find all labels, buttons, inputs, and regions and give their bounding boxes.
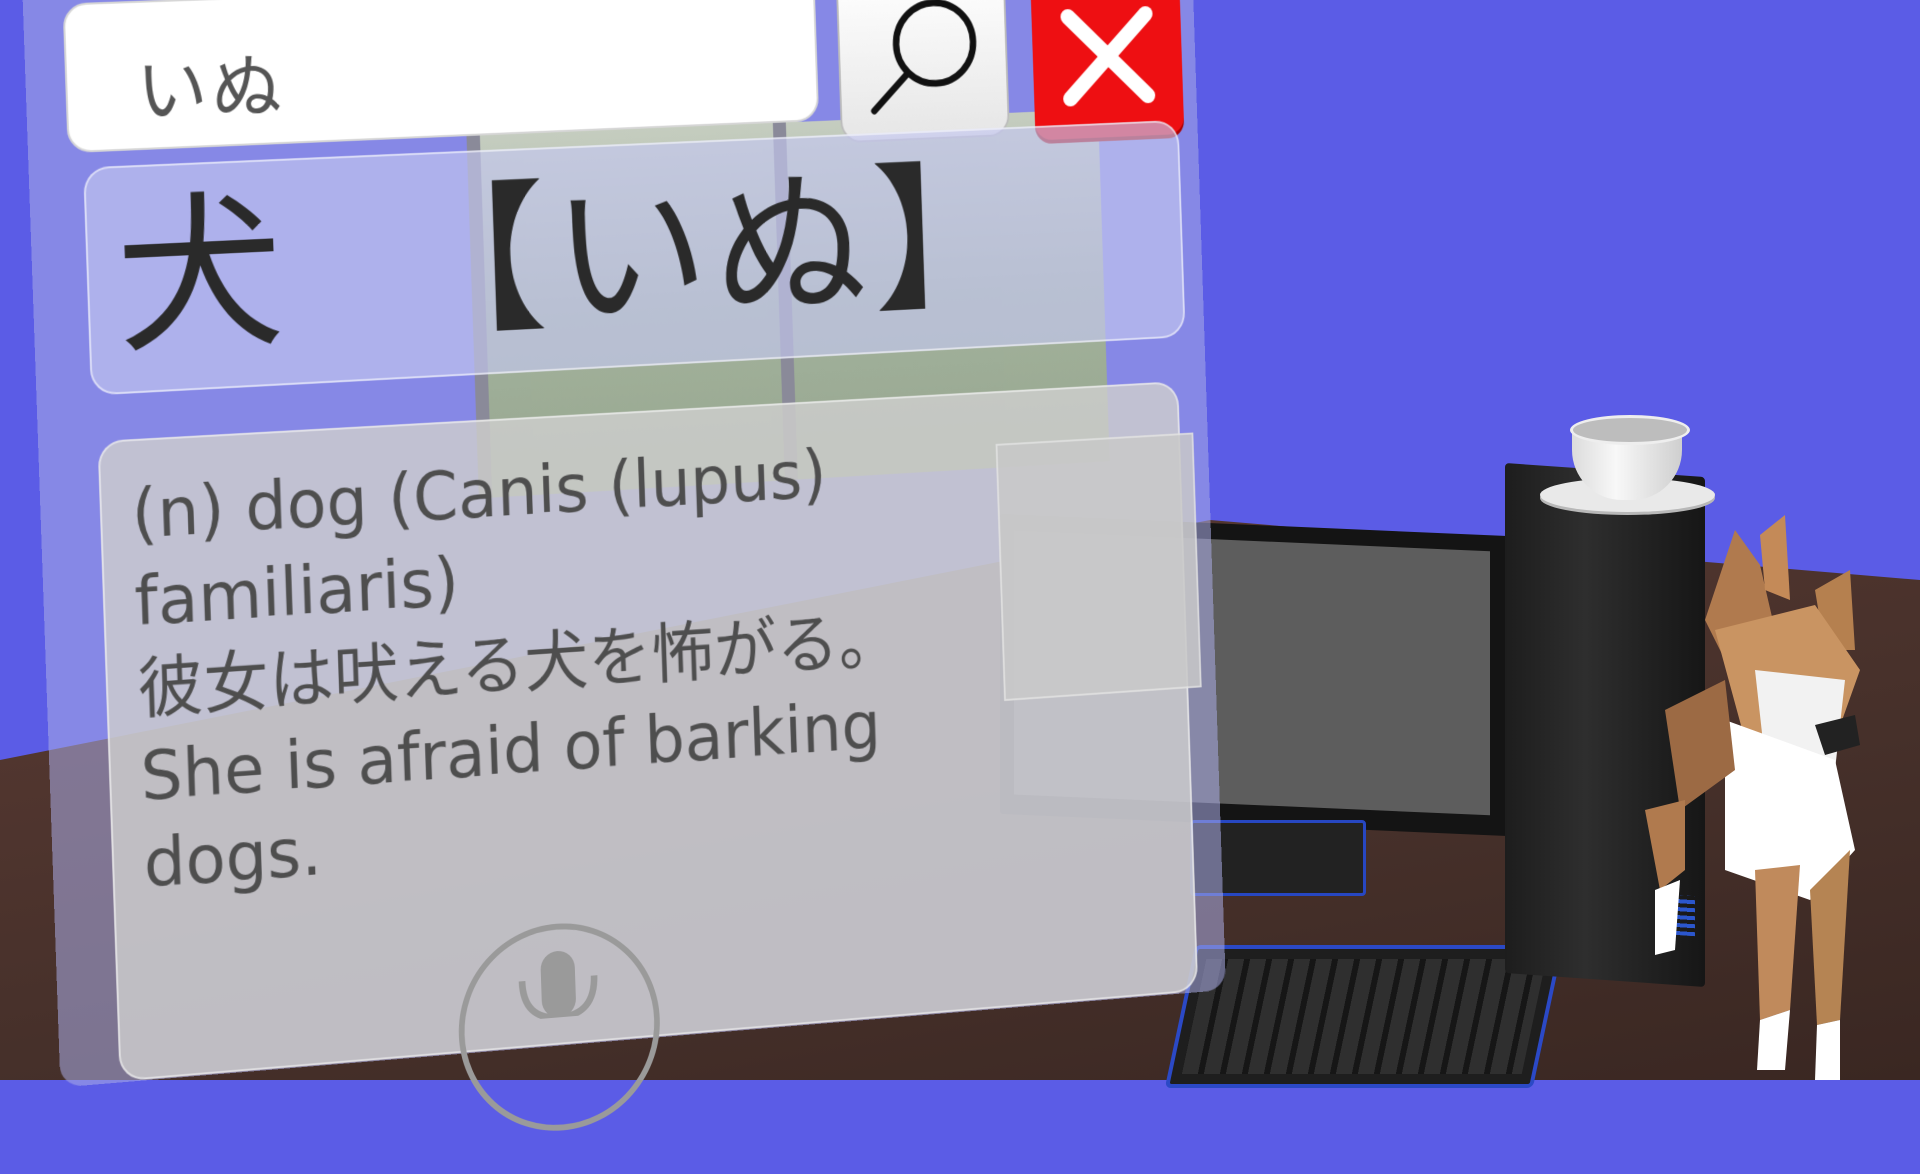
microphone-icon [499, 949, 616, 1022]
search-icon [861, 0, 984, 121]
close-button[interactable] [1030, 0, 1185, 141]
keyboard-keys [1181, 959, 1547, 1074]
search-button[interactable] [835, 0, 1010, 144]
headword-kanji: 犬 [113, 174, 287, 379]
side-info-panel [995, 432, 1202, 702]
close-icon [1056, 2, 1159, 111]
dictionary-panel: いぬ 犬 【いぬ】 (n) dog (Canis (lupus) familia… [22, 0, 1226, 1140]
headword-reading: 【いぬ】 [386, 143, 1032, 361]
dog-model [1645, 515, 1860, 1080]
